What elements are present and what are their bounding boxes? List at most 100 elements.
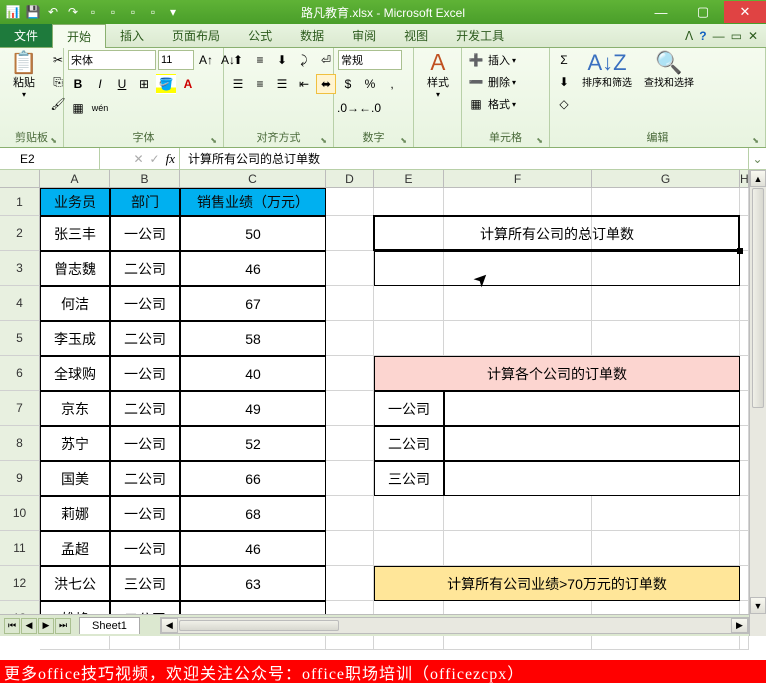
close-button[interactable]: ✕ [724, 1, 766, 23]
dec-decimal-icon[interactable]: ←.0 [360, 98, 380, 118]
vertical-scrollbar[interactable]: ▲ ▼ [749, 170, 766, 636]
cell[interactable] [592, 286, 740, 321]
table-cell[interactable]: 莉娜 [40, 496, 110, 531]
table-cell[interactable]: 68 [180, 496, 326, 531]
row-header-8[interactable]: 8 [0, 426, 40, 461]
minimize-button[interactable]: — [640, 1, 682, 23]
table-cell[interactable]: 二公司 [110, 461, 180, 496]
horizontal-scrollbar[interactable]: ◀ ▶ [160, 617, 749, 634]
align-left-icon[interactable]: ☰ [228, 74, 248, 94]
qat-dropdown-icon[interactable]: ▾ [164, 3, 182, 21]
scroll-left-icon[interactable]: ◀ [161, 618, 178, 633]
table-cell[interactable]: 52 [180, 426, 326, 461]
row-header-2[interactable]: 2 [0, 216, 40, 251]
cell[interactable] [740, 321, 749, 356]
table-cell[interactable]: 50 [180, 216, 326, 251]
review-tab[interactable]: 审阅 [338, 24, 390, 47]
col-header-A[interactable]: A [40, 170, 110, 188]
cell[interactable] [326, 391, 374, 426]
table-cell[interactable]: 一公司 [110, 216, 180, 251]
percent-icon[interactable]: % [360, 74, 380, 94]
qat-icon-1[interactable]: ▫ [84, 3, 102, 21]
table-cell[interactable]: 63 [180, 566, 326, 601]
table-cell[interactable]: 张三丰 [40, 216, 110, 251]
home-tab[interactable]: 开始 [52, 24, 106, 48]
doc-min-icon[interactable]: — [713, 29, 725, 43]
table-cell[interactable]: 一公司 [110, 426, 180, 461]
cell[interactable] [326, 426, 374, 461]
cell[interactable] [326, 461, 374, 496]
file-tab[interactable]: 文件 [0, 24, 52, 47]
table-cell[interactable]: 一公司 [110, 531, 180, 566]
table-header[interactable]: 部门 [110, 188, 180, 216]
table-cell[interactable]: 全球购 [40, 356, 110, 391]
table-cell[interactable]: 67 [180, 286, 326, 321]
cell[interactable] [740, 531, 749, 566]
cell[interactable] [326, 286, 374, 321]
ribbon-min-icon[interactable]: ᐱ [685, 29, 693, 43]
scroll-up-icon[interactable]: ▲ [750, 170, 766, 187]
wrap-text-icon[interactable]: ⏎ [316, 50, 336, 70]
paste-button[interactable]: 📋 粘贴 ▾ [4, 50, 44, 101]
table-cell[interactable]: 二公司 [110, 321, 180, 356]
cell[interactable] [444, 496, 592, 531]
cell[interactable] [740, 188, 749, 216]
inc-decimal-icon[interactable]: .0→ [338, 98, 358, 118]
cell[interactable] [444, 188, 592, 216]
col-header-G[interactable]: G [592, 170, 740, 188]
orientation-icon[interactable]: ⤸ [294, 50, 314, 70]
format-cells-button[interactable]: ▦格式▾ [466, 94, 516, 114]
align-middle-icon[interactable]: ≡ [250, 50, 270, 70]
formula-input[interactable]: 计算所有公司的总订单数 [180, 148, 748, 169]
sort-filter-button[interactable]: A↓Z 排序和筛选 [578, 50, 636, 91]
redo-icon[interactable]: ↷ [64, 3, 82, 21]
row-header-1[interactable]: 1 [0, 188, 40, 216]
cell[interactable] [374, 286, 444, 321]
qat-icon-2[interactable]: ▫ [104, 3, 122, 21]
doc-restore-icon[interactable]: ▭ [731, 29, 742, 43]
tab-next-icon[interactable]: ▶ [38, 618, 54, 634]
col-header-B[interactable]: B [110, 170, 180, 188]
cell[interactable] [444, 636, 592, 650]
cell[interactable] [40, 636, 110, 650]
cell[interactable] [740, 496, 749, 531]
insert-tab[interactable]: 插入 [106, 24, 158, 47]
bold-button[interactable]: B [68, 74, 88, 94]
cell[interactable] [740, 566, 749, 601]
tab-last-icon[interactable]: ⏭ [55, 618, 71, 634]
border-button[interactable]: ⊞ [134, 74, 154, 94]
cell[interactable] [740, 636, 749, 650]
new-icon[interactable]: ▫ [124, 3, 142, 21]
cell[interactable] [180, 636, 326, 650]
row-header-9[interactable]: 9 [0, 461, 40, 496]
table-cell[interactable]: 三公司 [110, 566, 180, 601]
align-bottom-icon[interactable]: ⬇ [272, 50, 292, 70]
col-header-D[interactable]: D [326, 170, 374, 188]
row-header-5[interactable]: 5 [0, 321, 40, 356]
scroll-right-icon[interactable]: ▶ [731, 618, 748, 633]
col-header-F[interactable]: F [444, 170, 592, 188]
scroll-down-icon[interactable]: ▼ [750, 597, 766, 614]
layout-tab[interactable]: 页面布局 [158, 24, 234, 47]
border-style-icon[interactable]: ▦ [68, 98, 88, 118]
table-cell[interactable]: 孟超 [40, 531, 110, 566]
table-cell[interactable]: 苏宁 [40, 426, 110, 461]
row-header-6[interactable]: 6 [0, 356, 40, 391]
table-cell[interactable]: 洪七公 [40, 566, 110, 601]
doc-close-icon[interactable]: ✕ [748, 29, 758, 43]
align-center-icon[interactable]: ≡ [250, 74, 270, 94]
company-label[interactable]: 一公司 [374, 391, 444, 426]
company-value[interactable] [444, 391, 740, 426]
cell[interactable] [110, 636, 180, 650]
fill-icon[interactable]: ⬇ [554, 72, 574, 92]
table-cell[interactable]: 李玉成 [40, 321, 110, 356]
number-format-select[interactable] [338, 50, 402, 70]
table-cell[interactable]: 49 [180, 391, 326, 426]
open-icon[interactable]: ▫ [144, 3, 162, 21]
cell[interactable] [326, 251, 374, 286]
data-tab[interactable]: 数据 [286, 24, 338, 47]
table-cell[interactable]: 二公司 [110, 251, 180, 286]
cell[interactable] [374, 496, 444, 531]
row-header-11[interactable]: 11 [0, 531, 40, 566]
italic-button[interactable]: I [90, 74, 110, 94]
